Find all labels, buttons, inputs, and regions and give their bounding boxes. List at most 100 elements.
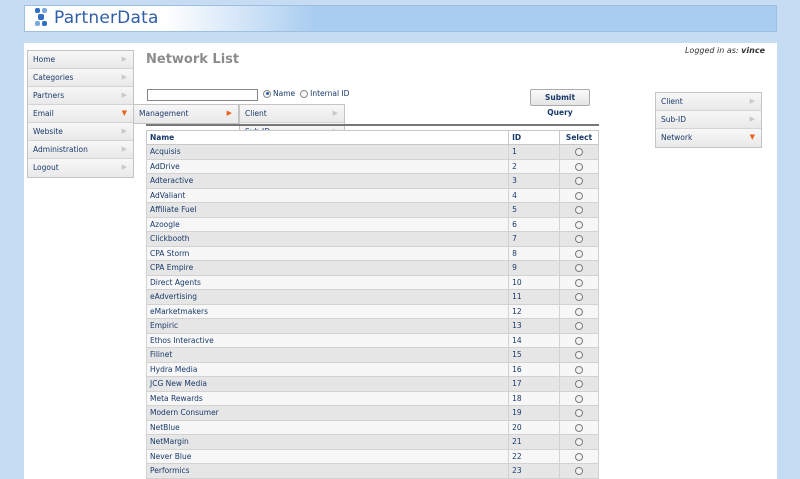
select-radio[interactable]: [575, 191, 584, 200]
radio-name-label: Name: [273, 89, 296, 98]
select-radio[interactable]: [575, 220, 584, 229]
radio-name[interactable]: [263, 89, 271, 98]
table-row: Adteractive 3: [145, 173, 599, 189]
network-id-cell: 15: [508, 347, 561, 363]
search-input[interactable]: [147, 89, 258, 101]
select-radio[interactable]: [575, 148, 584, 157]
nav-item-label: Partners: [33, 91, 65, 100]
page-content: Logged in as: vince Network List Home ▶ Ca…: [24, 43, 777, 479]
network-id-cell: 19: [508, 405, 561, 421]
select-radio[interactable]: [575, 293, 584, 302]
submit-query-button[interactable]: Submit Query: [530, 89, 590, 117]
table-row: Meta Rewards 18: [145, 390, 599, 406]
nav-item-home[interactable]: Home ▶: [28, 51, 133, 69]
network-id-cell: 18: [508, 390, 561, 406]
network-id-cell: 17: [508, 376, 561, 392]
table-row: Ethos Interactive 14: [145, 332, 599, 348]
select-cell: [559, 144, 599, 160]
nav-item-administration[interactable]: Administration ▶: [28, 141, 133, 159]
right-nav-item-sub-id[interactable]: Sub-ID ▶: [656, 111, 761, 129]
triangle-right-icon: ▶: [332, 109, 338, 117]
nav-item-email[interactable]: Email ▼: [28, 105, 133, 123]
table-row: NetMargin 21: [145, 434, 599, 450]
submenu-item-label: Management: [139, 109, 189, 118]
right-nav-item-network[interactable]: Network ▼: [656, 129, 761, 147]
select-radio[interactable]: [575, 452, 584, 461]
select-radio[interactable]: [575, 423, 584, 432]
network-name-cell: eMarketmakers: [145, 303, 510, 319]
network-name-cell: AdDrive: [145, 158, 510, 174]
select-radio[interactable]: [575, 235, 584, 244]
select-radio[interactable]: [575, 336, 584, 345]
triangle-right-icon: ▶: [226, 109, 232, 117]
submenu-item-label: Client: [245, 109, 267, 118]
select-radio[interactable]: [575, 264, 584, 273]
network-name-cell: JCG New Media: [145, 376, 510, 392]
table-row: CPA Storm 8: [145, 245, 599, 261]
select-radio[interactable]: [575, 249, 584, 258]
select-cell: [559, 289, 599, 305]
select-radio[interactable]: [575, 206, 584, 215]
select-radio[interactable]: [575, 307, 584, 316]
select-cell: [559, 405, 599, 421]
logo-icon: [35, 8, 49, 28]
radio-internal-id[interactable]: [300, 89, 309, 98]
nav-item-label: Email: [33, 109, 54, 118]
nav-item-categories[interactable]: Categories ▶: [28, 69, 133, 87]
select-radio[interactable]: [575, 467, 584, 476]
select-radio[interactable]: [575, 394, 584, 403]
app-logo[interactable]: PartnerData: [35, 8, 159, 28]
select-radio[interactable]: [575, 162, 584, 171]
select-radio[interactable]: [575, 438, 584, 447]
table-header-row: Name ID Select: [145, 130, 599, 145]
search-type-radios: Name Internal ID: [263, 89, 349, 98]
select-radio[interactable]: [575, 177, 584, 186]
select-radio[interactable]: [575, 322, 584, 331]
table-row: Performics 23: [145, 463, 599, 479]
nav-item-label: Categories: [33, 73, 74, 82]
table-row: Never Blue 22: [145, 448, 599, 464]
select-radio[interactable]: [575, 365, 584, 374]
email-submenu: Management ▶: [133, 104, 239, 124]
nav-item-logout[interactable]: Logout ▶: [28, 159, 133, 177]
network-name-cell: Clickbooth: [145, 231, 510, 247]
network-id-cell: 23: [508, 463, 561, 479]
network-id-cell: 2: [508, 158, 561, 174]
table-body: Acquisis 1 AdDrive 2 Adteractive 3 AdValiant 4 A…: [145, 144, 599, 479]
network-name-cell: NetMargin: [145, 434, 510, 450]
network-id-cell: 12: [508, 303, 561, 319]
nav-item-label: Website: [33, 127, 63, 136]
nav-item-website[interactable]: Website ▶: [28, 123, 133, 141]
select-cell: [559, 187, 599, 203]
select-radio[interactable]: [575, 278, 584, 287]
nav-item-partners[interactable]: Partners ▶: [28, 87, 133, 105]
select-radio[interactable]: [575, 409, 584, 418]
network-name-cell: Hydra Media: [145, 361, 510, 377]
column-header-id[interactable]: ID: [508, 130, 561, 145]
right-nav-item-label: Client: [661, 97, 683, 106]
select-cell: [559, 231, 599, 247]
network-id-cell: 3: [508, 173, 561, 189]
table-row: Azoogle 6: [145, 216, 599, 232]
login-status: Logged in as: vince: [685, 46, 765, 55]
submenu-item-client[interactable]: Client ▶: [240, 105, 344, 123]
table-row: Empiric 13: [145, 318, 599, 334]
network-name-cell: CPA Storm: [145, 245, 510, 261]
network-id-cell: 20: [508, 419, 561, 435]
app-header: PartnerData: [24, 5, 777, 32]
submenu-item-management[interactable]: Management ▶: [134, 105, 238, 123]
column-header-name[interactable]: Name: [145, 130, 510, 145]
table-row: eMarketmakers 12: [145, 303, 599, 319]
network-name-cell: Never Blue: [145, 448, 510, 464]
select-radio[interactable]: [575, 351, 584, 360]
right-nav-menu: Client ▶ Sub-ID ▶ Network ▼: [655, 92, 762, 148]
right-nav-item-client[interactable]: Client ▶: [656, 93, 761, 111]
triangle-right-icon: ▶: [121, 73, 127, 81]
table-row: eAdvertising 11: [145, 289, 599, 305]
select-cell: [559, 202, 599, 218]
table-row: Affiliate Fuel 5: [145, 202, 599, 218]
select-cell: [559, 448, 599, 464]
select-radio[interactable]: [575, 380, 584, 389]
select-cell: [559, 390, 599, 406]
radio-internal-id-label: Internal ID: [310, 89, 350, 98]
